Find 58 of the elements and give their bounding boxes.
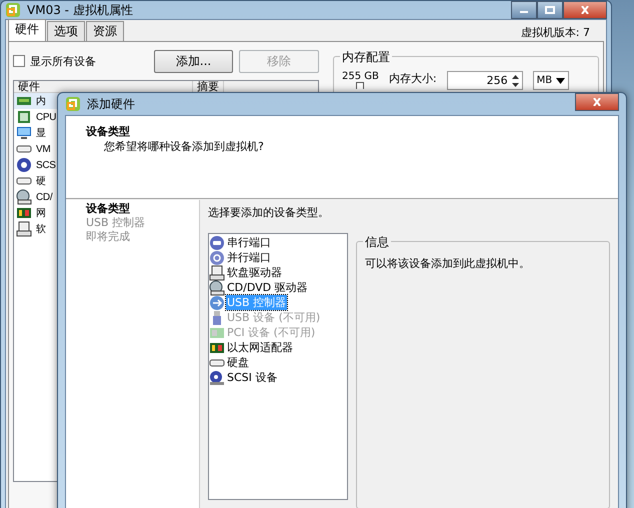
floppy-icon [16, 221, 32, 237]
table-cell: VM [36, 144, 50, 154]
list-item[interactable]: 并行端口 [226, 250, 272, 265]
list-item[interactable]: 硬盘 [226, 355, 250, 370]
table-cell-text: 网 [36, 207, 46, 220]
list-item[interactable]: 以太网适配器 [226, 340, 294, 355]
prompt-text: 选择要添加的设备类型。 [208, 205, 330, 220]
group-title: 信息 [363, 234, 391, 251]
close-icon [592, 98, 602, 106]
floppy-icon [209, 264, 225, 280]
app-logo-icon [5, 2, 21, 18]
close-button[interactable] [563, 1, 607, 19]
list-item[interactable]: CD/DVD 驱动器 [226, 280, 309, 295]
dialog-title: 添加硬件 [87, 96, 135, 112]
version-label: 虚拟机版本: 7 [520, 24, 590, 40]
checkbox[interactable] [13, 55, 25, 67]
memory-size-label: 内存大小: [388, 71, 437, 86]
table-cell-text: 内 [36, 94, 46, 108]
disc-icon [16, 157, 32, 173]
step-item: USB 控制器 [86, 216, 146, 230]
table-cell-text: 软 [36, 223, 46, 236]
tab[interactable]: 选项 [47, 21, 85, 41]
header-title: 设备类型 [86, 124, 131, 139]
app-logo-icon [65, 96, 81, 112]
maximize-icon [545, 6, 555, 14]
cd-drive-icon [209, 280, 225, 296]
checkbox-label: 显示所有设备 [30, 54, 96, 68]
list-item[interactable]: SCSI 设备 [226, 370, 278, 385]
dropdown-arrow-icon [556, 78, 566, 84]
step-item: 即将完成 [86, 230, 131, 244]
minimize-button[interactable] [511, 1, 537, 19]
table-cell: CD/ [36, 192, 52, 202]
table-cell-text: 硬 [36, 175, 46, 188]
network-card-icon [16, 205, 32, 221]
memory-size-field[interactable]: 256 [446, 71, 523, 90]
info-text: 可以将该设备添加到此虚拟机中。 [365, 256, 531, 271]
list-item[interactable]: 软盘驱动器 [226, 265, 283, 280]
list-item[interactable]: 串行端口 [226, 235, 272, 250]
spinner-arrows-icon[interactable] [510, 72, 520, 88]
step-item: 设备类型 [86, 202, 131, 216]
group-title: 内存配置 [340, 49, 392, 66]
tab[interactable]: 硬件 [8, 19, 46, 41]
cpu-icon [16, 109, 32, 125]
unit-dropdown[interactable]: MB [532, 71, 570, 90]
tab[interactable]: 资源 [86, 21, 124, 41]
table-cell: CPU [36, 112, 56, 122]
monitor-icon [16, 125, 32, 141]
table-cell-text: 显 [36, 127, 46, 140]
cd-drive-icon [16, 189, 32, 205]
maximize-button[interactable] [537, 1, 563, 19]
add-button[interactable]: 添加... [154, 50, 234, 72]
table-cell: SCS [36, 160, 56, 170]
close-icon [580, 6, 590, 14]
close-button[interactable] [575, 93, 619, 111]
scale-label: 255 GB [342, 71, 379, 82]
memory-slider-track [356, 82, 364, 89]
window-title: VM03 - 虚拟机属性 [27, 2, 133, 18]
header-subtitle: 您希望将哪种设备添加到虚拟机? [103, 139, 265, 154]
